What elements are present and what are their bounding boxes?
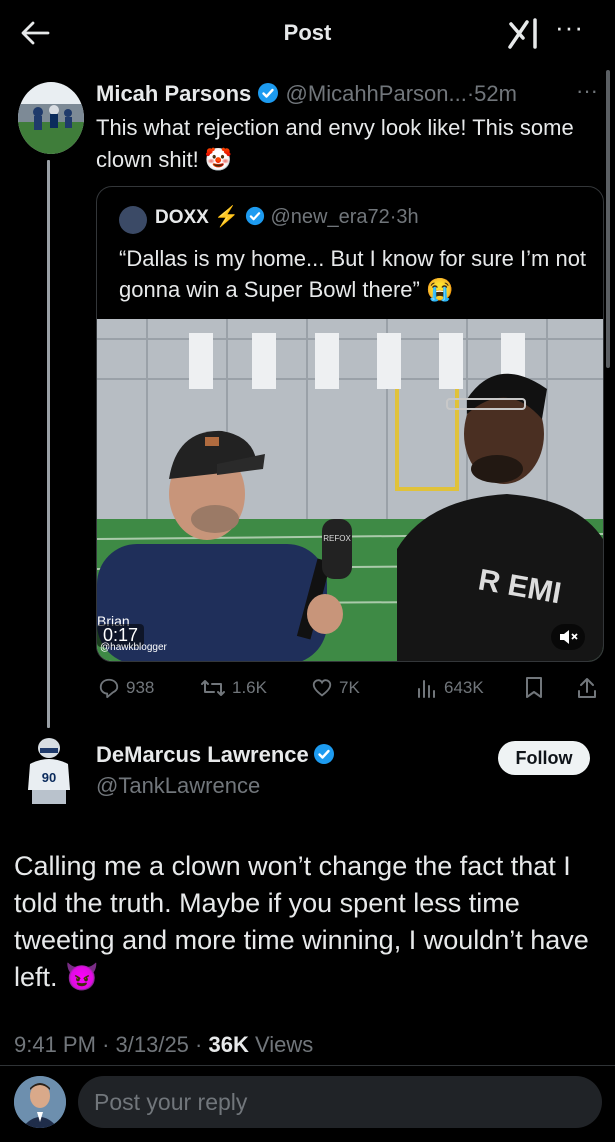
views-icon (418, 680, 435, 698)
thread-line (47, 160, 50, 728)
bolt-icon: ⚡ (214, 206, 240, 228)
quote-text: “Dallas is my home... But I know for sur… (119, 246, 587, 302)
author-header: DeMarcus Lawrence (96, 742, 335, 768)
speaker-muted-icon[interactable] (551, 624, 585, 650)
post-text: Calling me a clown won’t change the fact… (14, 851, 589, 992)
like-button[interactable]: 7K (311, 672, 360, 704)
svg-text:90: 90 (42, 770, 56, 785)
video-frame: REFOX R EMI (97, 319, 603, 661)
repost-count: 1.6K (232, 678, 267, 697)
follow-button[interactable]: Follow (498, 741, 590, 775)
reply-button[interactable]: 938 (98, 672, 154, 704)
bookmark-icon (526, 677, 542, 698)
post-header: Micah Parsons @MicahhParson...·52m (96, 81, 517, 107)
post-meta: 9:41 PM · 3/13/25 · 36K Views (14, 1032, 313, 1058)
divider (0, 1065, 615, 1066)
video-overlay-handle: @hawkblogger (100, 642, 167, 653)
grok-icon[interactable] (505, 16, 545, 50)
post-date[interactable]: 3/13/25 (116, 1032, 189, 1057)
repost-icon (201, 680, 225, 696)
scrollbar[interactable] (606, 70, 610, 368)
quote-avatar (119, 206, 147, 234)
quoted-post[interactable]: DOXX ⚡ @new_era72·3h “Dallas is my home.… (96, 186, 604, 662)
heart-icon (312, 679, 332, 697)
views-count: 643K (444, 678, 484, 697)
post-time[interactable]: 52m (474, 81, 517, 106)
post-text: This what rejection and envy look like! … (96, 115, 574, 172)
video-player[interactable]: REFOX R EMI Brian 0:17 @hawkblogger (97, 319, 603, 661)
quote-time: 3h (396, 206, 419, 228)
verified-badge-icon (245, 206, 264, 226)
like-count: 7K (339, 678, 360, 697)
separator: · (195, 1032, 203, 1057)
verified-badge-icon (314, 744, 335, 764)
separator: · (102, 1032, 110, 1057)
views-label: Views (254, 1032, 314, 1057)
share-icon (578, 678, 596, 698)
author-handle[interactable]: @TankLawrence (96, 773, 260, 799)
author-name[interactable]: Micah Parsons (96, 81, 251, 106)
views-button[interactable]: 643K (416, 672, 484, 704)
post-more-icon[interactable]: ··· (576, 78, 598, 104)
author-handle[interactable]: @MicahhParson... (286, 81, 467, 106)
repost-button[interactable]: 1.6K (200, 672, 267, 704)
quote-header: DOXX ⚡ @new_era72·3h (155, 204, 419, 229)
author-name[interactable]: DeMarcus Lawrence (96, 742, 309, 767)
quote-author-handle: @new_era72 (270, 206, 390, 228)
mic-flag-label: REFOX (323, 534, 351, 543)
reply-input[interactable] (78, 1076, 602, 1128)
reply-count: 938 (126, 678, 155, 697)
more-options-icon[interactable]: ··· (555, 12, 584, 43)
post-time[interactable]: 9:41 PM (14, 1032, 96, 1057)
top-bar: Post ··· (0, 0, 615, 66)
reply-icon (99, 678, 119, 699)
avatar[interactable] (14, 1076, 66, 1128)
avatar[interactable]: 90 (18, 734, 80, 814)
share-button[interactable] (576, 672, 598, 704)
quote-author-name: DOXX (155, 207, 209, 228)
bookmark-button[interactable] (524, 672, 544, 704)
avatar[interactable] (18, 82, 84, 154)
views-count[interactable]: 36K (209, 1032, 249, 1057)
verified-badge-icon (258, 83, 279, 103)
